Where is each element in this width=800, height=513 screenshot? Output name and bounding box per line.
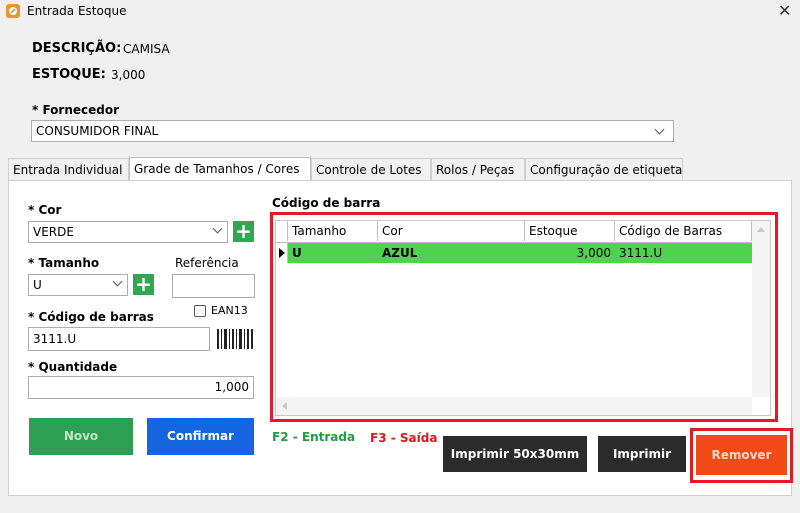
tab-controle-lotes[interactable]: Controle de Lotes bbox=[311, 158, 431, 180]
cor-select[interactable]: VERDE bbox=[28, 221, 228, 243]
shortcut-saida: F3 - Saída bbox=[370, 431, 438, 445]
barcode-icon[interactable] bbox=[214, 327, 256, 351]
estoque-label: ESTOQUE: bbox=[32, 67, 106, 82]
shortcut-entrada: F2 - Entrada bbox=[272, 430, 356, 444]
col-tamanho[interactable]: Tamanho bbox=[288, 221, 378, 241]
codigo-value: 3111.U bbox=[33, 332, 77, 346]
horizontal-scrollbar[interactable] bbox=[276, 397, 752, 415]
window-title: Entrada Estoque bbox=[27, 4, 127, 18]
tamanho-value: U bbox=[33, 278, 42, 292]
referencia-input[interactable] bbox=[172, 274, 255, 298]
cell-codigo: 3111.U bbox=[619, 246, 663, 260]
descricao-value: CAMISA bbox=[123, 42, 170, 56]
cell-estoque: 3,000 bbox=[576, 246, 611, 260]
chevron-down-icon bbox=[112, 276, 123, 287]
col-codigo-barras[interactable]: Código de Barras bbox=[615, 221, 752, 241]
cor-value: VERDE bbox=[33, 225, 74, 239]
referencia-label: Referência bbox=[175, 256, 239, 270]
col-estoque[interactable]: Estoque bbox=[525, 221, 615, 241]
table-row[interactable]: U AZUL 3,000 3111.U bbox=[276, 243, 752, 263]
add-tamanho-button[interactable]: + bbox=[133, 274, 154, 295]
search-codigo-input[interactable] bbox=[380, 190, 776, 213]
tamanho-select[interactable]: U bbox=[28, 274, 128, 296]
tamanho-label: * Tamanho bbox=[28, 256, 100, 270]
cor-label: * Cor bbox=[28, 203, 62, 217]
quantidade-value: 1,000 bbox=[214, 380, 249, 394]
novo-button[interactable]: Novo bbox=[29, 418, 133, 455]
vertical-scrollbar[interactable] bbox=[752, 221, 770, 397]
fornecedor-label: * Fornecedor bbox=[32, 103, 120, 117]
fornecedor-select[interactable]: CONSUMIDOR FINAL bbox=[31, 120, 674, 142]
chevron-down-icon bbox=[212, 223, 223, 234]
search-codigo-label: Código de barras bbox=[272, 196, 388, 210]
quantidade-input[interactable]: 1,000 bbox=[28, 376, 254, 399]
codigo-input[interactable]: 3111.U bbox=[28, 327, 210, 351]
imprimir-50x30-button[interactable]: Imprimir 50x30mm bbox=[443, 436, 587, 472]
items-grid[interactable]: Tamanho Cor Estoque Código de Barras U A… bbox=[275, 220, 771, 416]
col-cor[interactable]: Cor bbox=[378, 221, 525, 241]
grid-header: Tamanho Cor Estoque Código de Barras bbox=[276, 221, 752, 243]
fornecedor-value: CONSUMIDOR FINAL bbox=[36, 124, 159, 138]
app-icon bbox=[6, 4, 20, 18]
cell-tamanho: U bbox=[292, 246, 302, 260]
tab-entrada-individual[interactable]: Entrada Individual bbox=[8, 158, 129, 180]
grid-row-header-cell bbox=[276, 221, 288, 241]
title-bar: Entrada Estoque ✕ bbox=[0, 0, 800, 24]
confirmar-button[interactable]: Confirmar bbox=[147, 418, 254, 455]
scroll-up-icon[interactable] bbox=[757, 227, 765, 232]
ean13-checkbox[interactable] bbox=[194, 305, 206, 317]
current-row-indicator bbox=[276, 243, 288, 263]
tab-rolos-pecas[interactable]: Rolos / Peças bbox=[431, 158, 525, 180]
chevron-down-icon bbox=[654, 124, 665, 135]
quantidade-label: * Quantidade bbox=[28, 360, 118, 374]
add-cor-button[interactable]: + bbox=[233, 221, 254, 242]
tab-grade-tamanhos-cores[interactable]: Grade de Tamanhos / Cores bbox=[129, 157, 311, 181]
cell-cor: AZUL bbox=[382, 246, 418, 260]
ean13-label: EAN13 bbox=[211, 304, 248, 317]
estoque-value: 3,000 bbox=[111, 68, 146, 82]
descricao-label: DESCRIÇÃO: bbox=[32, 41, 122, 56]
tab-configuracao-etiqueta[interactable]: Configuração de etiqueta bbox=[525, 158, 683, 180]
imprimir-button[interactable]: Imprimir bbox=[598, 436, 686, 472]
remover-button[interactable]: Remover bbox=[696, 435, 787, 475]
codigo-label: * Código de barras bbox=[28, 310, 154, 324]
scroll-left-icon[interactable] bbox=[282, 402, 287, 410]
close-icon[interactable]: ✕ bbox=[778, 1, 791, 20]
